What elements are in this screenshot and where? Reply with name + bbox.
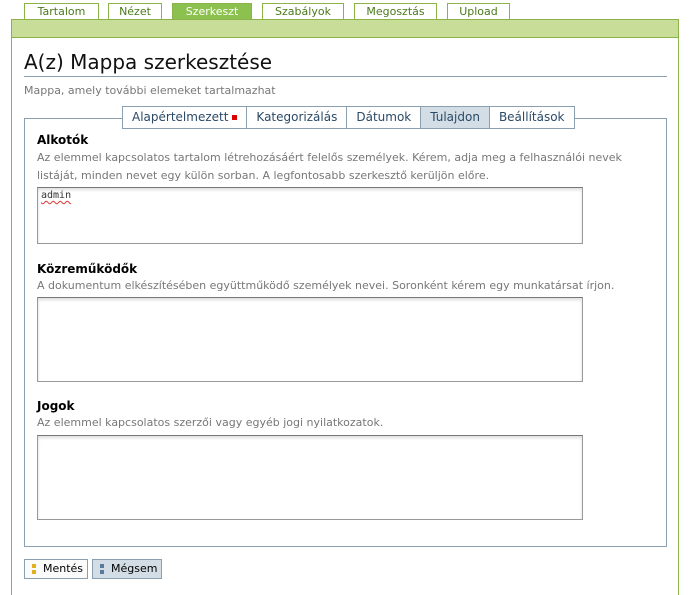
tab-nezet[interactable]: Nézet — [108, 3, 162, 19]
contributors-textarea[interactable] — [37, 297, 583, 382]
subtab-tulajdon[interactable]: Tulajdon — [421, 107, 490, 128]
save-icon — [32, 564, 36, 574]
rights-textarea[interactable] — [37, 435, 583, 520]
save-button[interactable]: Mentés — [24, 559, 88, 579]
page-title: A(z) Mappa szerkesztése — [24, 50, 273, 74]
cancel-button-label: Mégsem — [111, 562, 158, 575]
contributors-help: A dokumentum elkészítésében együttműködő… — [37, 279, 615, 292]
creators-textarea[interactable]: admin — [37, 187, 583, 244]
tab-tartalom[interactable]: Tartalom — [24, 3, 99, 19]
required-marker-icon — [232, 115, 238, 120]
subtab-label: Tulajdon — [430, 110, 480, 124]
rights-label: Jogok — [37, 399, 75, 413]
subtab-alapertelmezett[interactable]: Alapértelmezett — [123, 107, 248, 128]
main-tab-bar: Tartalom Nézet Szerkeszt Szabályok Megos… — [0, 0, 689, 21]
subtab-label: Alapértelmezett — [132, 110, 229, 124]
tab-szabalyok[interactable]: Szabályok — [262, 3, 344, 19]
title-divider — [24, 76, 667, 77]
creators-label: Alkotók — [37, 133, 89, 147]
action-bar — [11, 19, 679, 38]
subtab-datumok[interactable]: Dátumok — [347, 107, 422, 128]
creators-help: Az elemmel kapcsolatos tartalom létrehoz… — [37, 151, 622, 182]
subtab-label: Dátumok — [356, 110, 412, 124]
cancel-button[interactable]: Mégsem — [92, 559, 162, 579]
creators-value: admin — [41, 190, 72, 201]
subtab-kategorizalas[interactable]: Kategorizálás — [247, 107, 348, 128]
rights-help: Az elemmel kapcsolatos szerzői vagy egyé… — [37, 416, 384, 429]
contributors-label: Közreműködők — [37, 262, 138, 276]
page-description: Mappa, amely további elemeket tartalmazh… — [24, 84, 276, 97]
cancel-icon — [100, 564, 104, 574]
form-subtabs: Alapértelmezett Kategorizálás Dátumok Tu… — [122, 106, 575, 129]
subtab-label: Kategorizálás — [256, 110, 338, 124]
subtab-beallitasok[interactable]: Beállítások — [490, 107, 574, 128]
save-button-label: Mentés — [43, 562, 84, 575]
subtab-label: Beállítások — [498, 110, 565, 124]
tab-upload[interactable]: Upload — [447, 3, 510, 19]
tab-megosztas[interactable]: Megosztás — [354, 3, 437, 19]
